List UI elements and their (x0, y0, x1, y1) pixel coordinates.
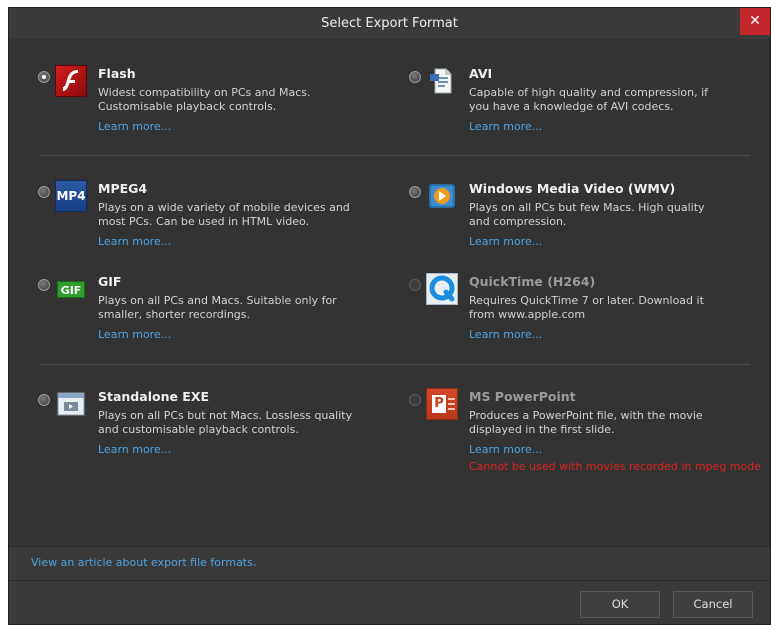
quicktime-title: QuickTime (H264) (469, 274, 596, 289)
option-quicktime[interactable]: QuickTime (H264) Requires QuickTime 7 or… (409, 273, 749, 369)
flash-icon (55, 65, 87, 97)
flash-learn-more-link[interactable]: Learn more... (98, 120, 171, 133)
powerpoint-learn-more-link[interactable]: Learn more... (469, 443, 542, 456)
avi-title: AVI (469, 66, 493, 81)
format-options-panel: Flash Widest compatibility on PCs and Ma… (9, 39, 770, 546)
powerpoint-warning: Cannot be used with movies recorded in m… (469, 460, 761, 473)
exe-title: Standalone EXE (98, 389, 210, 404)
title-bar: Select Export Format ✕ (9, 8, 770, 40)
option-mpeg4[interactable]: MP4 MPEG4 Plays on a wide variety of mob… (38, 180, 378, 276)
cancel-button[interactable]: Cancel (673, 591, 753, 618)
option-wmv[interactable]: Windows Media Video (WMV) Plays on all P… (409, 181, 749, 276)
option-gif[interactable]: GIF GIF Plays on all PCs and Macs. Suita… (38, 274, 378, 369)
ok-button[interactable]: OK (580, 591, 660, 618)
powerpoint-radio[interactable] (409, 394, 421, 406)
exe-description: Plays on all PCs but not Macs. Lossless … (98, 409, 353, 436)
mpeg4-learn-more-link[interactable]: Learn more... (98, 235, 171, 248)
gif-icon: GIF (55, 273, 87, 305)
exe-icon (55, 388, 87, 420)
export-formats-article-link[interactable]: View an article about export file format… (31, 556, 256, 569)
dialog-title: Select Export Format (321, 16, 458, 31)
gif-learn-more-link[interactable]: Learn more... (98, 328, 171, 341)
mpeg4-title: MPEG4 (98, 181, 148, 196)
gif-description: Plays on all PCs and Macs. Suitable only… (98, 294, 337, 321)
close-button[interactable]: ✕ (740, 8, 770, 35)
gif-icon-text: GIF (57, 281, 85, 298)
powerpoint-icon: P (426, 388, 458, 420)
avi-icon (426, 65, 458, 97)
wmv-learn-more-link[interactable]: Learn more... (469, 235, 542, 248)
option-flash[interactable]: Flash Widest compatibility on PCs and Ma… (38, 65, 378, 161)
quicktime-icon (426, 273, 458, 305)
wmv-icon (426, 180, 458, 212)
mp4-icon: MP4 (55, 180, 87, 212)
quicktime-radio[interactable] (409, 279, 421, 291)
flash-radio[interactable] (38, 71, 50, 83)
export-format-dialog: Select Export Format ✕ Flash Widest comp… (8, 7, 771, 625)
exe-learn-more-link[interactable]: Learn more... (98, 443, 171, 456)
flash-description: Widest compatibility on PCs and Macs. Cu… (98, 86, 311, 113)
quicktime-description: Requires QuickTime 7 or later. Download … (469, 294, 704, 321)
wmv-title: Windows Media Video (WMV) (469, 181, 676, 196)
option-exe[interactable]: Standalone EXE Plays on all PCs but not … (38, 389, 378, 484)
mpeg4-description: Plays on a wide variety of mobile device… (98, 201, 350, 228)
separator (39, 155, 750, 156)
powerpoint-title: MS PowerPoint (469, 389, 576, 404)
mp4-icon-text: MP4 (56, 189, 86, 203)
button-bar-divider (9, 580, 770, 581)
gif-title: GIF (98, 274, 122, 289)
flash-title: Flash (98, 66, 136, 81)
avi-learn-more-link[interactable]: Learn more... (469, 120, 542, 133)
exe-radio[interactable] (38, 394, 50, 406)
wmv-radio[interactable] (409, 186, 421, 198)
avi-description: Capable of high quality and compression,… (469, 86, 709, 113)
option-powerpoint[interactable]: P MS PowerPoint Produces a PowerPoint fi… (409, 388, 761, 484)
avi-radio[interactable] (409, 71, 421, 83)
quicktime-learn-more-link[interactable]: Learn more... (469, 328, 542, 341)
mpeg4-radio[interactable] (38, 186, 50, 198)
powerpoint-icon-text: P (432, 395, 446, 413)
option-avi[interactable]: AVI Capable of high quality and compress… (409, 66, 749, 161)
powerpoint-description: Produces a PowerPoint file, with the mov… (469, 409, 703, 436)
footer-divider (9, 546, 770, 547)
wmv-description: Plays on all PCs but few Macs. High qual… (469, 201, 705, 228)
gif-radio[interactable] (38, 279, 50, 291)
separator (39, 364, 750, 365)
